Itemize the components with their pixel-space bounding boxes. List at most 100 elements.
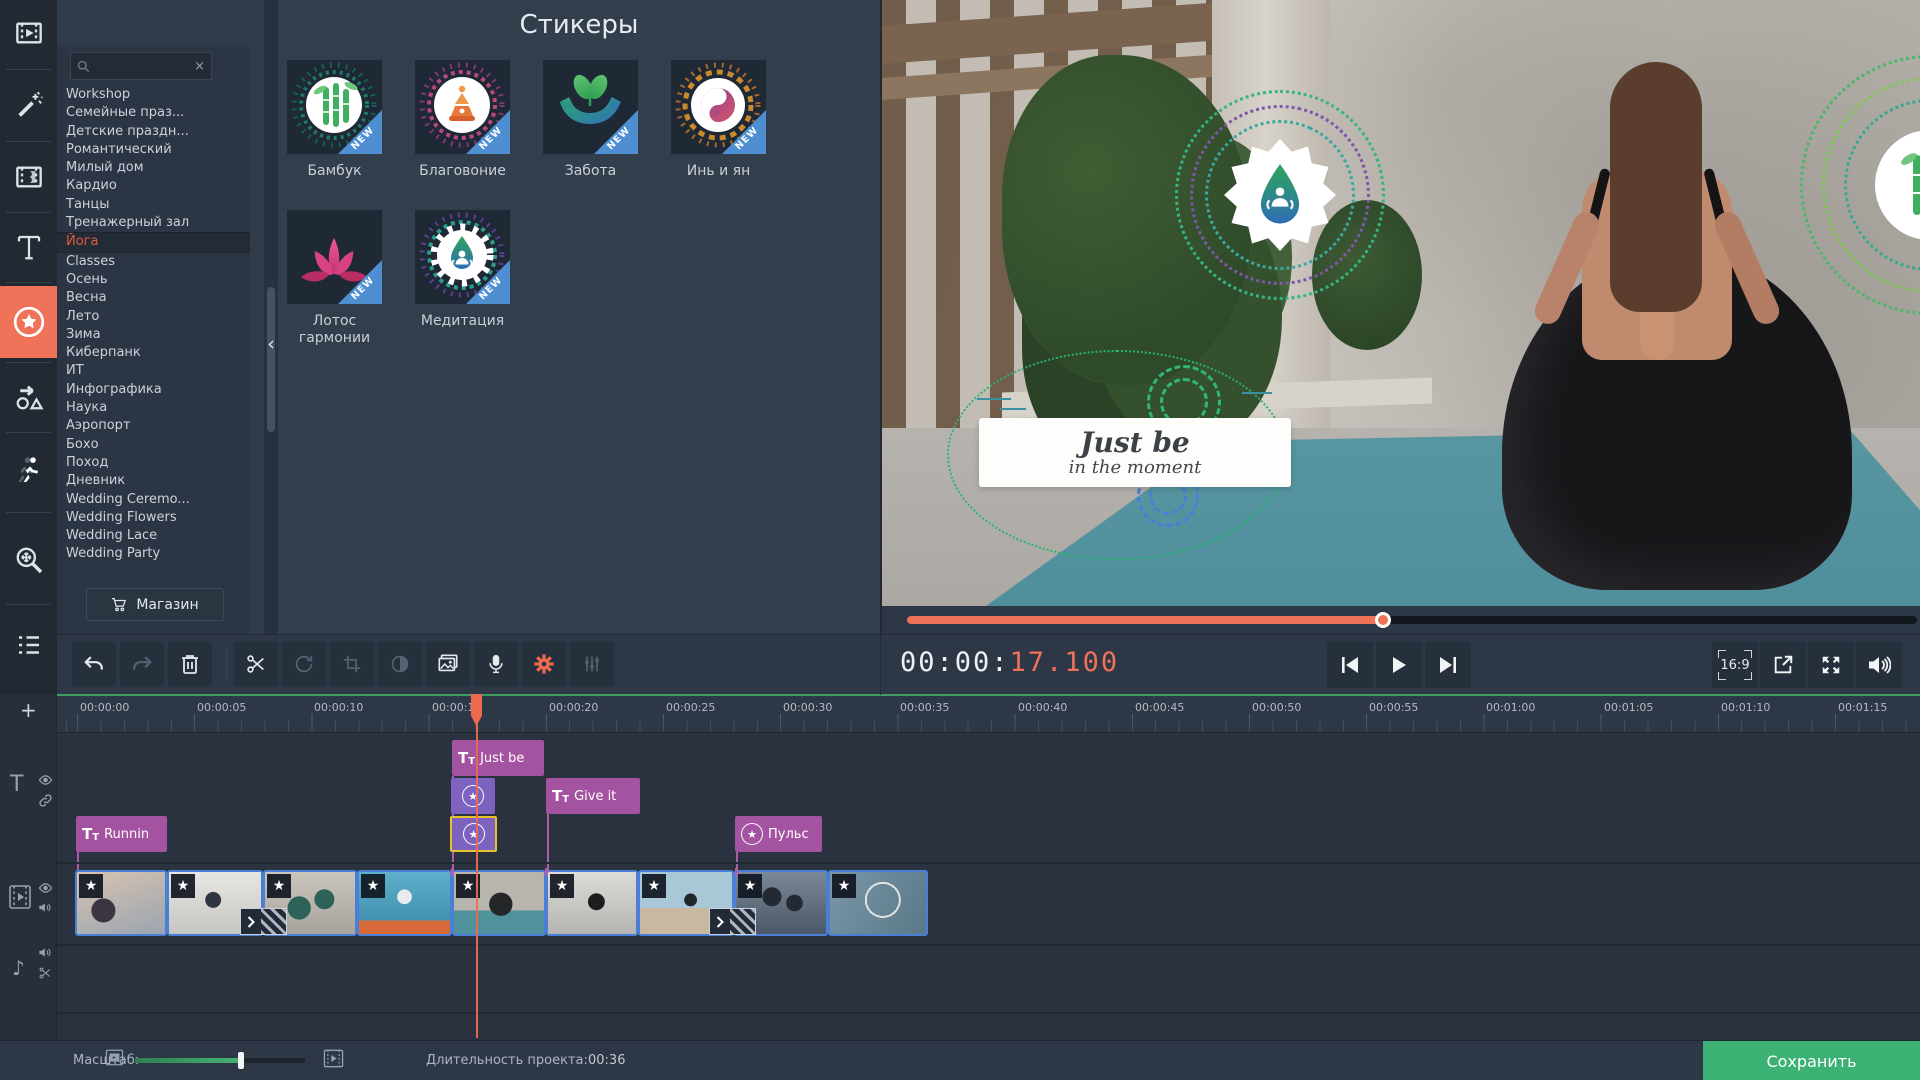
- redo-button[interactable]: [120, 642, 164, 686]
- sidebar-item-media[interactable]: [0, 2, 57, 64]
- category-item[interactable]: Wedding Party: [57, 545, 250, 563]
- category-item[interactable]: Workshop: [57, 86, 250, 104]
- playhead-line[interactable]: [476, 694, 478, 1038]
- aspect-ratio-button[interactable]: 16:9: [1712, 642, 1758, 688]
- sidebar-item-titles[interactable]: [0, 216, 57, 278]
- transition-badge[interactable]: [240, 908, 287, 935]
- video-track-visibility-icon[interactable]: [38, 882, 53, 894]
- category-item[interactable]: Бохо: [57, 436, 250, 454]
- meditation-sticker-overlay[interactable]: [1175, 90, 1385, 300]
- clip-properties-button[interactable]: [426, 642, 470, 686]
- category-item[interactable]: Wedding Lace: [57, 527, 250, 545]
- video-track-mute-icon[interactable]: [38, 901, 53, 914]
- title-clip-puls[interactable]: ★ Пульс: [735, 816, 822, 852]
- category-scrollbar[interactable]: ‹: [264, 0, 278, 634]
- undo-button[interactable]: [72, 642, 116, 686]
- title-clip-runnin[interactable]: TT Runnin: [76, 816, 167, 852]
- title-clip-give-it[interactable]: TT Give it: [546, 778, 640, 814]
- titles-track-visibility-icon[interactable]: [38, 774, 53, 786]
- previous-frame-button[interactable]: [1327, 642, 1373, 688]
- sticker-tile-yin-yang[interactable]: NEW: [671, 60, 766, 154]
- category-item[interactable]: Инфографика: [57, 381, 250, 399]
- video-clip-yoga-meditation[interactable]: ★: [452, 870, 546, 936]
- seek-bar[interactable]: [907, 616, 1917, 624]
- titles-track-link-icon[interactable]: [38, 793, 53, 808]
- category-item[interactable]: Wedding Flowers: [57, 509, 250, 527]
- search-clear-icon[interactable]: ×: [194, 60, 205, 73]
- sidebar-item-pan-zoom[interactable]: [0, 526, 57, 594]
- time-ruler[interactable]: 00:00:00 00:00:05 00:00:10 00:00:15 00:0…: [57, 696, 1920, 732]
- category-item[interactable]: Дневник: [57, 472, 250, 490]
- color-adjust-button[interactable]: [378, 642, 422, 686]
- category-item[interactable]: Весна: [57, 289, 250, 307]
- rotate-button[interactable]: [282, 642, 326, 686]
- sticker-clip[interactable]: ★: [451, 778, 495, 814]
- collapse-panel-icon[interactable]: ‹: [264, 330, 278, 358]
- sticker-tile-incense[interactable]: NEW: [415, 60, 510, 154]
- category-item[interactable]: Танцы: [57, 196, 250, 214]
- sticker-tile-bamboo[interactable]: NEW: [287, 60, 382, 154]
- category-item[interactable]: Романтический: [57, 141, 250, 159]
- sidebar-item-stickers[interactable]: [0, 286, 57, 358]
- ruler-label: 00:00:30: [783, 701, 832, 714]
- delete-button[interactable]: [168, 642, 212, 686]
- video-clip-sunset-stretch[interactable]: ★: [75, 870, 167, 936]
- category-item[interactable]: Аэропорт: [57, 417, 250, 435]
- title-clip-just-be[interactable]: TT Just be: [452, 740, 544, 776]
- video-clip-pool-swim[interactable]: ★: [357, 870, 452, 936]
- category-item[interactable]: Тренажерный зал: [57, 214, 250, 232]
- seek-handle[interactable]: [1375, 612, 1391, 628]
- category-item[interactable]: Зима: [57, 326, 250, 344]
- sticker-tile-care[interactable]: NEW: [543, 60, 638, 154]
- sticker-clip-selected[interactable]: ★: [450, 816, 497, 852]
- crop-button[interactable]: [330, 642, 374, 686]
- zoom-in-frame-icon[interactable]: [323, 1049, 344, 1068]
- video-clip-basketball-court[interactable]: ★: [828, 870, 928, 936]
- zoom-out-frame-icon[interactable]: [105, 1049, 124, 1066]
- caption-banner[interactable]: Just be in the moment: [979, 418, 1291, 487]
- fullscreen-button[interactable]: [1808, 642, 1854, 688]
- sticker-tile-lotus[interactable]: NEW: [287, 210, 382, 304]
- audio-track-split-icon[interactable]: [38, 966, 52, 980]
- category-item[interactable]: Осень: [57, 271, 250, 289]
- next-frame-button[interactable]: [1425, 642, 1471, 688]
- search-input[interactable]: [95, 58, 189, 74]
- category-item[interactable]: ИТ: [57, 362, 250, 380]
- sticker-cell: NEW Лотос гармонии: [287, 210, 382, 360]
- category-item[interactable]: Кардио: [57, 177, 250, 195]
- category-item-selected[interactable]: Йога: [57, 232, 250, 252]
- category-item[interactable]: Милый дом: [57, 159, 250, 177]
- detach-player-button[interactable]: [1760, 642, 1806, 688]
- scrollbar-thumb[interactable]: [267, 287, 275, 432]
- sidebar-item-filters[interactable]: [0, 74, 57, 136]
- search-box[interactable]: ×: [70, 52, 212, 80]
- category-item[interactable]: Наука: [57, 399, 250, 417]
- category-item[interactable]: Лето: [57, 308, 250, 326]
- save-button[interactable]: Сохранить: [1703, 1041, 1920, 1080]
- zoom-slider-handle[interactable]: [238, 1052, 244, 1069]
- volume-button[interactable]: [1856, 642, 1902, 688]
- category-item[interactable]: Семейные праз...: [57, 104, 250, 122]
- track-mixer-button[interactable]: [570, 642, 614, 686]
- split-button[interactable]: [234, 642, 278, 686]
- record-audio-button[interactable]: [474, 642, 518, 686]
- play-button[interactable]: [1376, 642, 1422, 688]
- add-track-icon[interactable]: +: [20, 698, 37, 722]
- settings-button[interactable]: [522, 642, 566, 686]
- sidebar-item-transitions[interactable]: [0, 146, 57, 208]
- sidebar-item-callouts[interactable]: [0, 366, 57, 428]
- audio-track-mute-icon[interactable]: [38, 946, 53, 959]
- sticker-tile-meditation[interactable]: NEW: [415, 210, 510, 304]
- bamboo-sticker-overlay[interactable]: [1800, 55, 1920, 315]
- category-item[interactable]: Classes: [57, 253, 250, 271]
- category-item[interactable]: Детские праздн...: [57, 123, 250, 141]
- sidebar-item-more-tools[interactable]: [0, 614, 57, 676]
- video-clip-hall-dance[interactable]: ★: [546, 870, 638, 936]
- sidebar-item-animation[interactable]: [0, 436, 57, 504]
- category-item[interactable]: Поход: [57, 454, 250, 472]
- store-button[interactable]: Магазин: [86, 588, 224, 621]
- timeline-zoom-slider[interactable]: [135, 1058, 305, 1063]
- transition-badge[interactable]: [709, 908, 756, 935]
- category-item[interactable]: Киберпанк: [57, 344, 250, 362]
- category-item[interactable]: Wedding Ceremo...: [57, 491, 250, 509]
